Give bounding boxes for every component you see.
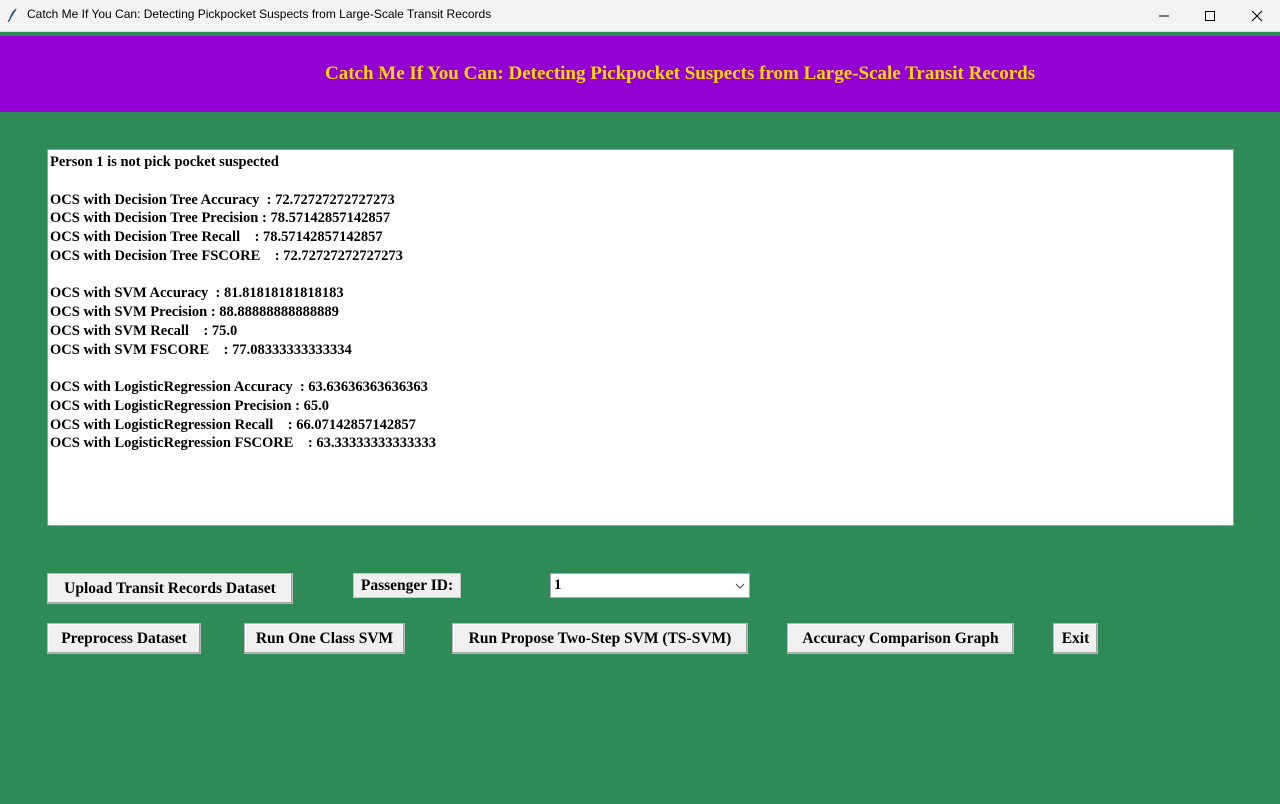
output-line: OCS with Decision Tree Accuracy : 72.727… — [50, 191, 395, 208]
output-line: OCS with LogisticRegression Accuracy : 6… — [50, 379, 428, 395]
output-line: OCS with SVM Recall : 75.0 — [50, 322, 238, 339]
passenger-id-label: Passenger ID: — [353, 573, 461, 598]
exit-button[interactable]: Exit — [1053, 623, 1098, 654]
preprocess-dataset-button[interactable]: Preprocess Dataset — [47, 623, 201, 654]
window-title: Catch Me If You Can: Detecting Pickpocke… — [27, 7, 492, 21]
window-titlebar: Catch Me If You Can: Detecting Pickpocke… — [0, 0, 1280, 32]
results-text-area[interactable]: Person 1 is not pick pocket suspected OCS… — [47, 149, 1234, 526]
output-line: OCS with SVM Accuracy : 81.8181818181818… — [50, 285, 344, 302]
output-line: OCS with Decision Tree Precision : 78.57… — [50, 210, 391, 227]
close-icon — [1251, 10, 1263, 21]
passenger-id-select[interactable]: 1 — [550, 573, 750, 598]
output-line: OCS with SVM FSCORE : 77.08333333333334 — [50, 341, 352, 358]
feather-icon — [7, 8, 17, 23]
page-title: Catch Me If You Can: Detecting Pickpocke… — [325, 63, 1036, 84]
app-header: Catch Me If You Can: Detecting Pickpocke… — [0, 36, 1280, 112]
close-button[interactable] — [1234, 0, 1280, 31]
run-one-class-svm-button[interactable]: Run One Class SVM — [244, 623, 405, 654]
accuracy-comparison-graph-button[interactable]: Accuracy Comparison Graph — [787, 623, 1014, 654]
run-ts-svm-button[interactable]: Run Propose Two-Step SVM (TS-SVM) — [452, 623, 748, 654]
output-line: OCS with SVM Precision : 88.888888888888… — [50, 304, 339, 320]
output-line: Person 1 is not pick pocket suspected — [50, 154, 279, 170]
output-line: OCS with LogisticRegression Recall : 66.… — [50, 416, 416, 433]
minimize-icon — [1159, 15, 1169, 16]
output-line: OCS with Decision Tree FSCORE : 72.72727… — [50, 247, 403, 264]
output-line: OCS with LogisticRegression Precision : … — [50, 397, 329, 414]
maximize-button[interactable] — [1187, 0, 1233, 31]
upload-dataset-button[interactable]: Upload Transit Records Dataset — [47, 573, 293, 604]
maximize-icon — [1205, 10, 1215, 21]
minimize-button[interactable] — [1141, 0, 1187, 31]
chevron-down-icon — [735, 583, 745, 589]
output-line: OCS with Decision Tree Recall : 78.57142… — [50, 229, 383, 245]
output-line: OCS with LogisticRegression FSCORE : 63.… — [50, 435, 437, 452]
passenger-id-value: 1 — [554, 577, 562, 593]
